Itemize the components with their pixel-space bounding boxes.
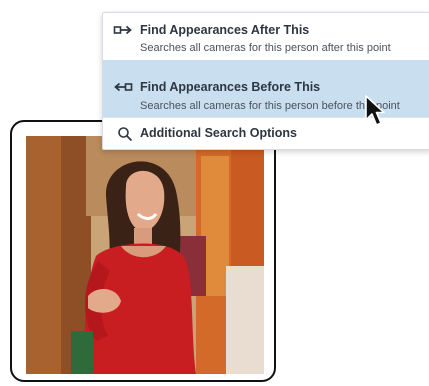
arrow-right-from-box-icon — [113, 25, 132, 35]
mouse-pointer-icon — [365, 95, 385, 126]
search-icon — [118, 127, 133, 142]
context-menu: Find Appearances After This Searches all… — [102, 12, 429, 150]
person-thumbnail-card[interactable] — [10, 120, 276, 382]
menu-item-subtitle: Searches all cameras for this person bef… — [140, 100, 400, 112]
menu-item-title: Additional Search Options — [140, 126, 297, 140]
person-photo — [26, 136, 264, 374]
arrow-left-into-box-icon — [114, 82, 133, 92]
menu-item-title: Find Appearances Before This — [140, 80, 321, 94]
menu-item-subtitle: Searches all cameras for this person aft… — [140, 42, 391, 54]
menu-item-title: Find Appearances After This — [140, 23, 310, 37]
menu-item-find-after[interactable]: Find Appearances After This Searches all… — [103, 13, 429, 59]
